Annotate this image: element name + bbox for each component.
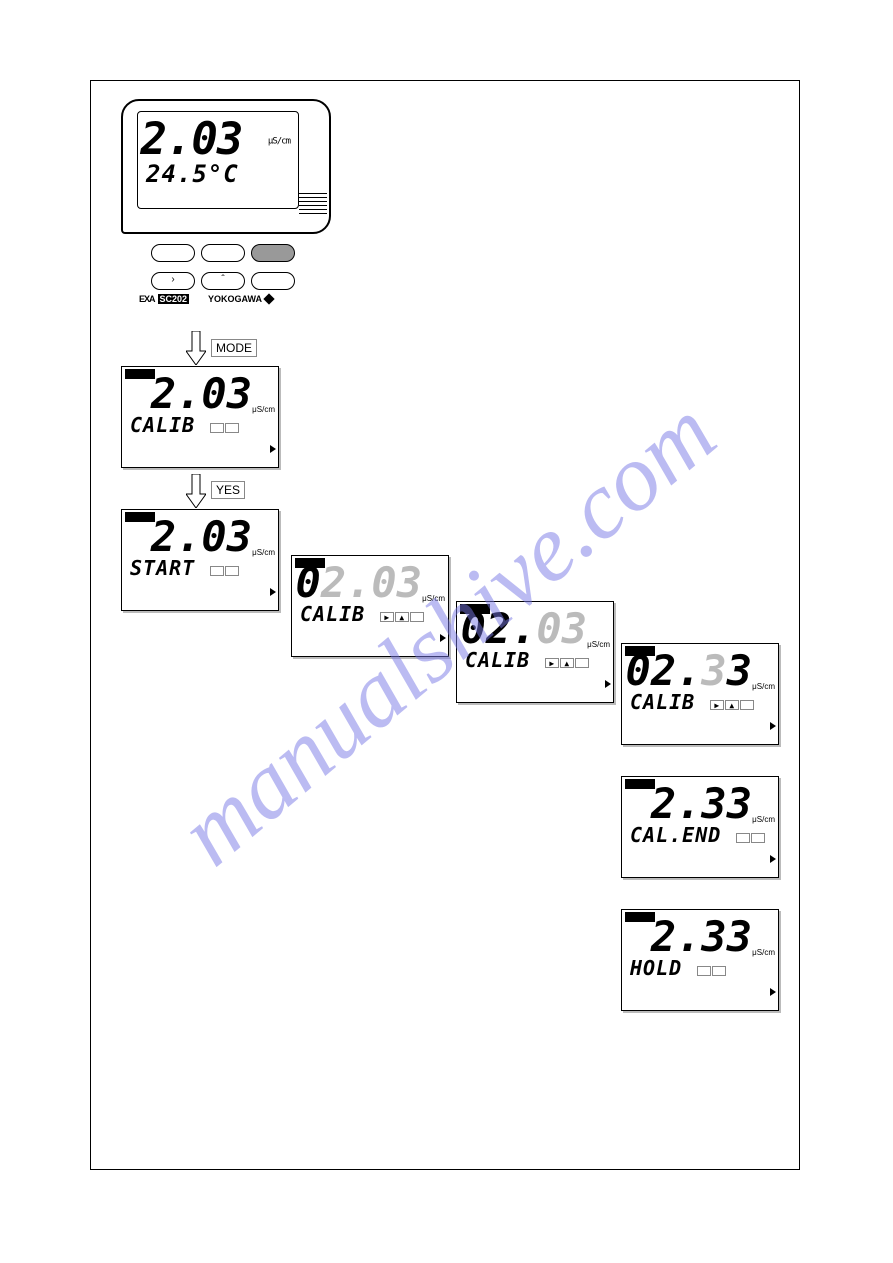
hold-indicator <box>125 512 155 522</box>
triangle-icon <box>770 855 776 863</box>
right-button[interactable]: › <box>151 272 195 290</box>
screen-mode: START <box>130 556 195 580</box>
unit-label <box>752 682 775 691</box>
device-top-buttons <box>151 244 331 262</box>
device-illustration: 2.03 μS/cm 24.5°C › ˆ EXA SC202 YOKOGAWA <box>121 99 331 304</box>
screen-value-dim: 3 <box>701 646 726 695</box>
lcd-sub-reading: 24.5°C <box>138 160 298 188</box>
arrow-down-icon <box>186 474 206 508</box>
unit-label <box>752 815 775 824</box>
diamond-icon <box>263 293 274 304</box>
hold-indicator <box>125 369 155 379</box>
triangle-icon <box>770 988 776 996</box>
screen-value: 2.03 <box>151 369 252 418</box>
screen-mode: HOLD <box>630 956 682 980</box>
triangle-icon <box>440 634 446 642</box>
hold-indicator <box>460 604 490 614</box>
triangle-icon <box>270 445 276 453</box>
indicator-boxes <box>210 415 240 439</box>
main-value: 2.03 <box>140 114 242 165</box>
brand-exa: EXA <box>139 294 155 304</box>
device-branding: EXA SC202 YOKOGAWA <box>139 294 331 304</box>
button-6[interactable] <box>251 272 295 290</box>
triangle-icon <box>605 680 611 688</box>
indicator-boxes: ▶▲ <box>545 650 590 674</box>
hold-indicator <box>625 646 655 656</box>
screen-value-active: 3 <box>727 646 752 695</box>
indicator-boxes <box>736 825 766 849</box>
indicator-boxes: ▶▲ <box>710 692 755 716</box>
screen-mode: CALIB <box>300 602 365 626</box>
button-1[interactable] <box>151 244 195 262</box>
hold-indicator <box>295 558 325 568</box>
screen-value: 2.33 <box>651 779 752 828</box>
mode-key-label: MODE <box>211 339 257 357</box>
unit-label <box>587 640 610 649</box>
indicator-boxes: ▶▲ <box>380 604 425 628</box>
hold-indicator <box>625 912 655 922</box>
screen-mode: CALIB <box>465 648 530 672</box>
lcd-main-reading: 2.03 μS/cm <box>138 112 298 162</box>
screen-value: 2.03 <box>151 512 252 561</box>
screen-calib-edit-1: 02.03 CALIB ▶▲ <box>291 555 449 657</box>
screen-calib-1: 2.03 CALIB <box>121 366 279 468</box>
indicator-boxes <box>210 558 240 582</box>
device-body: 2.03 μS/cm 24.5°C <box>121 99 331 234</box>
figure-frame: 2.03 μS/cm 24.5°C › ˆ EXA SC202 YOKOGAWA <box>90 80 800 1170</box>
screen-mode: CALIB <box>130 413 195 437</box>
device-bottom-buttons: › ˆ <box>151 272 331 290</box>
hold-indicator <box>625 779 655 789</box>
device-lcd: 2.03 μS/cm 24.5°C <box>137 111 299 209</box>
screen-calib-edit-2: 02.03 CALIB ▶▲ <box>456 601 614 703</box>
unit-label <box>752 948 775 957</box>
main-unit: μS/cm <box>268 137 290 147</box>
indicator-boxes <box>697 958 727 982</box>
screen-mode: CAL.END <box>630 823 721 847</box>
button-2[interactable] <box>201 244 245 262</box>
arrow-down-icon <box>186 331 206 365</box>
screen-hold: 2.33 HOLD <box>621 909 779 1011</box>
screen-value-dim: 03 <box>536 604 587 653</box>
unit-label <box>252 548 275 557</box>
brand-model: SC202 <box>158 294 190 304</box>
screen-start: 2.03 START <box>121 509 279 611</box>
mode-button[interactable] <box>251 244 295 262</box>
screen-mode: CALIB <box>630 690 695 714</box>
up-button[interactable]: ˆ <box>201 272 245 290</box>
screen-calend: 2.33 CAL.END <box>621 776 779 878</box>
screen-calib-edit-3: 02.33 CALIB ▶▲ <box>621 643 779 745</box>
screen-value: 2.33 <box>651 912 752 961</box>
screen-value-dim: 2.03 <box>321 558 422 607</box>
yes-key-label: YES <box>211 481 245 499</box>
unit-label <box>422 594 445 603</box>
triangle-icon <box>270 588 276 596</box>
device-grille <box>299 193 327 217</box>
triangle-icon <box>770 722 776 730</box>
brand-yokogawa: YOKOGAWA <box>208 294 262 304</box>
unit-label <box>252 405 275 414</box>
